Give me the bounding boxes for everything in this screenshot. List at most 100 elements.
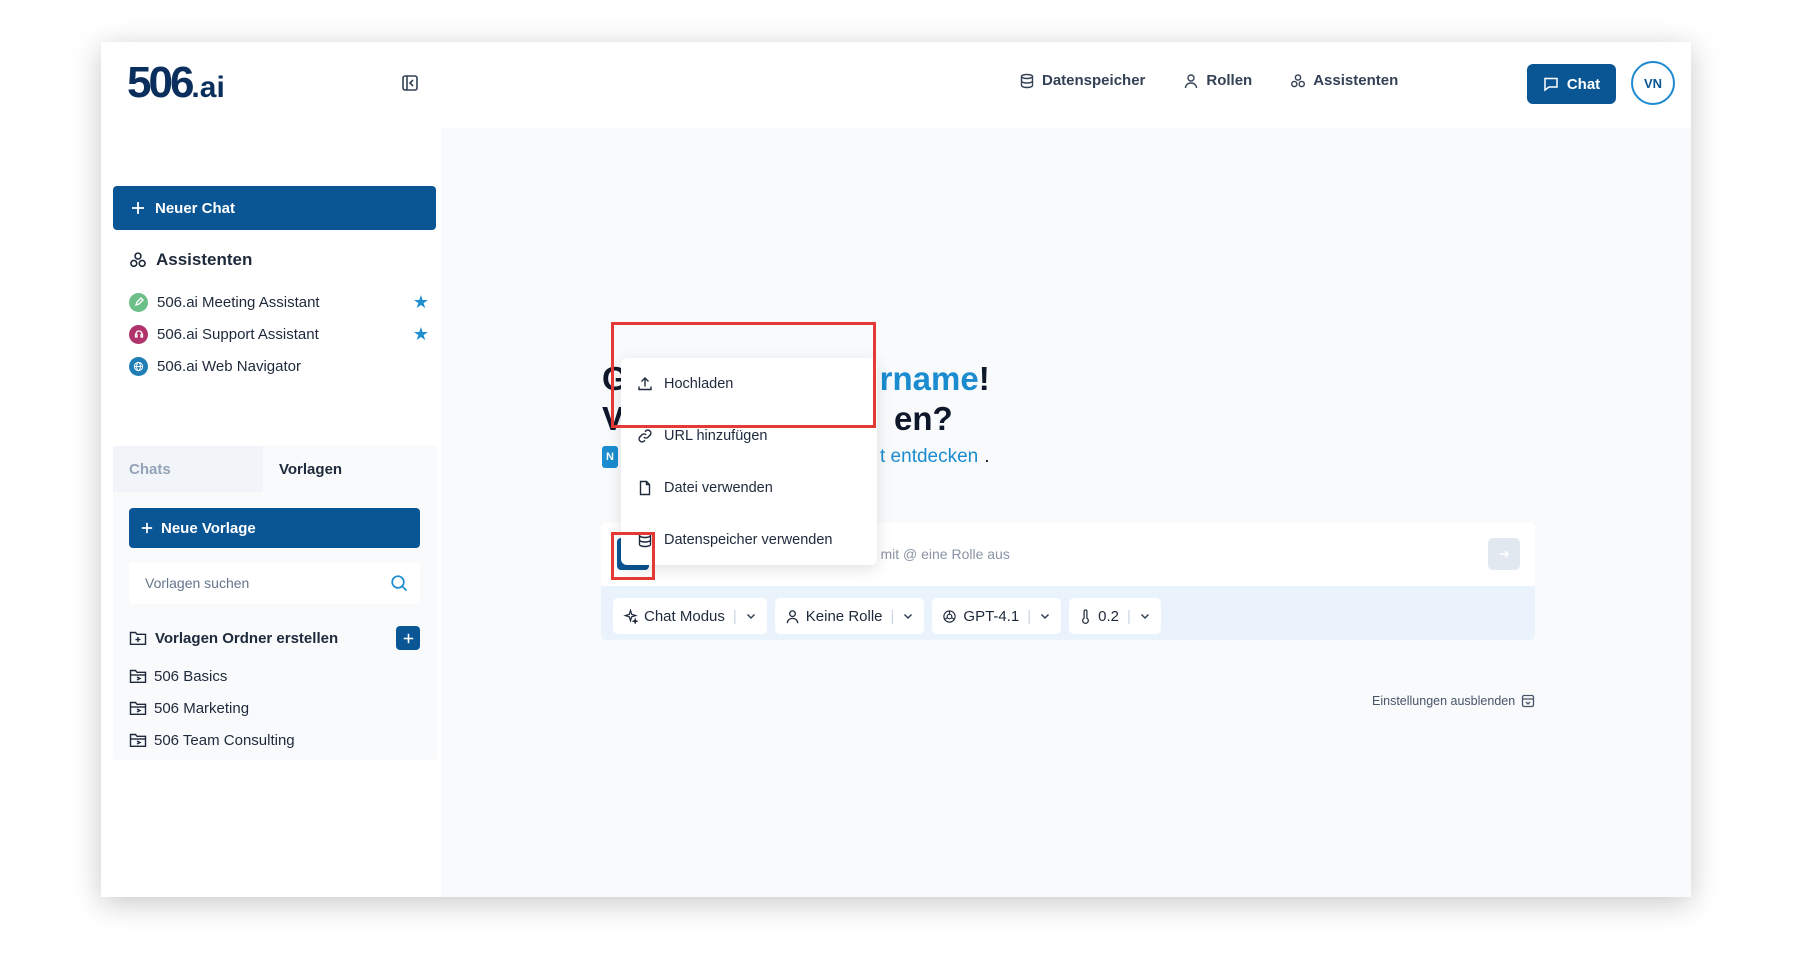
assistants-heading: Assistenten — [129, 250, 252, 270]
user-icon — [1185, 73, 1198, 88]
model-label: GPT-4.1 — [963, 607, 1020, 625]
assistants-icon — [1291, 73, 1306, 87]
folder-name: 506 Team Consulting — [154, 731, 295, 749]
send-button[interactable] — [1488, 538, 1520, 570]
main-content: Grname! Ven? N t entdecken. Wählen Sie m… — [441, 128, 1691, 897]
new-template-button[interactable]: Neue Vorlage — [129, 508, 420, 548]
database-icon — [638, 532, 652, 548]
assistant-item-meeting[interactable]: 506.ai Meeting Assistant ★ — [129, 286, 429, 318]
star-icon[interactable]: ★ — [413, 324, 429, 345]
menu-item-use-datastore[interactable]: Datenspeicher verwenden — [621, 514, 877, 566]
folder-name: 506 Basics — [154, 667, 228, 685]
plus-icon — [132, 202, 144, 214]
greeting-end: ! — [978, 360, 990, 397]
menu-item-upload-label: Hochladen — [664, 376, 734, 392]
assistants-title: Assistenten — [156, 250, 253, 269]
mode-select[interactable]: Chat Modus | — [613, 598, 767, 634]
folder-list: 506 Basics 506 Marketing 506 Team Consul… — [129, 660, 420, 756]
mode-label: Chat Modus — [644, 607, 725, 625]
nav-rollen-label: Rollen — [1206, 72, 1253, 89]
new-badge: N — [602, 446, 618, 468]
folder-name: 506 Marketing — [154, 699, 250, 717]
new-chat-label: Neuer Chat — [155, 199, 236, 217]
support-assistant-icon — [129, 324, 148, 344]
globe-icon — [129, 356, 148, 376]
temperature-label: 0.2 — [1098, 607, 1120, 625]
chat-button[interactable]: Chat — [1527, 64, 1616, 104]
tab-vorlagen[interactable]: Vorlagen — [263, 446, 413, 492]
menu-item-add-url[interactable]: URL hinzufügen — [621, 410, 877, 462]
logo-main: 506 — [127, 58, 194, 107]
nav-datenspeicher[interactable]: Datenspeicher — [1019, 72, 1145, 89]
assistant-name: 506.ai Meeting Assistant — [157, 293, 320, 311]
folder-item[interactable]: 506 Basics — [129, 660, 420, 692]
separator: | — [732, 607, 737, 625]
settings-row: Chat Modus | Keine Rolle | GPT-4.1 | 0.2… — [613, 598, 1161, 634]
nav-rollen[interactable]: Rollen — [1183, 72, 1252, 89]
link-icon — [638, 429, 652, 443]
model-select[interactable]: GPT-4.1 | — [932, 598, 1062, 634]
star-icon[interactable]: ★ — [413, 292, 429, 313]
templates-panel: Chats Vorlagen Neue Vorlage Vorlagen Ord… — [113, 446, 438, 760]
sidebar: Neuer Chat Assistenten 506.ai Meeting As… — [101, 128, 441, 897]
role-label: Keine Rolle — [805, 607, 883, 625]
question-end: en? — [894, 400, 953, 437]
assistant-name: 506.ai Web Navigator — [157, 357, 301, 375]
file-icon — [639, 480, 651, 496]
search-icon[interactable] — [390, 574, 408, 592]
folder-icon — [129, 669, 147, 683]
chevron-down-icon — [746, 613, 755, 620]
hide-settings-button[interactable]: Einstellungen ausblenden — [1372, 694, 1535, 708]
create-folder-button[interactable] — [396, 626, 420, 650]
top-bar: 506.ai Datenspeicher Rollen Assistenten … — [101, 42, 1691, 128]
menu-item-upload[interactable]: Hochladen — [621, 358, 877, 410]
logo-suffix: .ai — [191, 71, 225, 104]
create-folder-label: Vorlagen Ordner erstellen — [155, 629, 339, 647]
meeting-assistant-icon — [129, 292, 148, 312]
sidebar-collapse-icon — [402, 75, 418, 91]
folder-icon — [129, 733, 147, 747]
arrow-right-icon — [1500, 550, 1510, 558]
menu-item-use-file[interactable]: Datei verwenden — [621, 462, 877, 514]
plus-icon — [403, 633, 413, 643]
temperature-select[interactable]: 0.2 | — [1069, 598, 1161, 634]
chat-bubble-icon — [1544, 77, 1558, 92]
discover-end: . — [984, 446, 990, 467]
tab-chats[interactable]: Chats — [113, 446, 263, 492]
user-icon — [786, 609, 799, 623]
app-window: 506.ai Datenspeicher Rollen Assistenten … — [101, 42, 1691, 897]
new-chat-button[interactable]: Neuer Chat — [113, 186, 436, 230]
nav-datenspeicher-label: Datenspeicher — [1042, 72, 1146, 89]
template-search — [129, 562, 420, 604]
separator: | — [890, 607, 895, 625]
chat-button-label: Chat — [1566, 75, 1601, 93]
assistant-item-support[interactable]: 506.ai Support Assistant ★ — [129, 318, 429, 350]
folder-icon — [129, 701, 147, 715]
upload-icon — [638, 377, 652, 391]
chevron-down-icon — [1041, 613, 1050, 620]
sidebar-collapse-button[interactable] — [399, 72, 421, 94]
folder-item[interactable]: 506 Marketing — [129, 692, 420, 724]
folder-plus-icon — [129, 631, 147, 645]
user-avatar[interactable]: VN — [1631, 61, 1675, 105]
discover-link[interactable]: t entdecken — [880, 446, 978, 468]
avatar-initials: VN — [1643, 75, 1663, 91]
folder-item[interactable]: 506 Team Consulting — [129, 724, 420, 756]
separator: | — [1027, 607, 1032, 625]
nav-assistenten[interactable]: Assistenten — [1290, 72, 1398, 89]
menu-item-add-url-label: URL hinzufügen — [664, 428, 768, 444]
nav-assistenten-label: Assistenten — [1313, 72, 1399, 89]
separator: | — [1127, 607, 1131, 625]
new-template-label: Neue Vorlage — [161, 519, 256, 537]
assistant-item-web-navigator[interactable]: 506.ai Web Navigator — [129, 350, 429, 382]
role-select[interactable]: Keine Rolle | — [774, 598, 925, 634]
plus-icon — [141, 522, 153, 534]
assistant-name: 506.ai Support Assistant — [157, 325, 319, 343]
assistants-icon — [130, 252, 146, 268]
chevron-down-icon — [1140, 613, 1149, 620]
attach-dropdown-menu: Hochladen URL hinzufügen Datei verwenden… — [621, 358, 877, 565]
chevron-down-icon — [904, 613, 913, 620]
template-search-input[interactable] — [145, 575, 390, 591]
top-navigation: Datenspeicher Rollen Assistenten — [1019, 72, 1398, 89]
database-icon — [1020, 73, 1034, 88]
